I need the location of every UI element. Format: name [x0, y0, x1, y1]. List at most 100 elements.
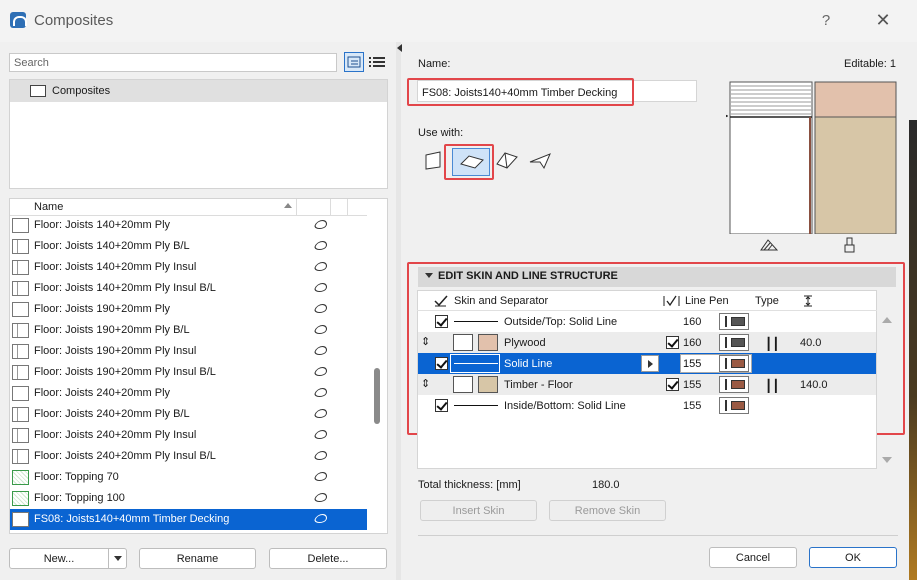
total-thickness-value: 180.0 — [592, 479, 620, 491]
column-divider — [330, 199, 331, 216]
check-all-icon[interactable] — [434, 295, 448, 310]
list-item[interactable]: Floor: Joists 240+20mm Ply B/L — [10, 404, 367, 425]
skin-row[interactable]: ⇕ Timber - Floor ┃┃ 140.0 155 — [418, 374, 876, 395]
list-item[interactable]: Floor: Topping 70 — [10, 467, 367, 488]
skin-row[interactable]: ⇕ Plywood ┃┃ 40.0 160 — [418, 332, 876, 353]
list-item[interactable]: Floor: Joists 140+20mm Ply Insul B/L — [10, 278, 367, 299]
line-label: Solid Line — [504, 358, 553, 370]
slab-type-icon — [313, 262, 329, 271]
composite-icon — [12, 365, 29, 380]
tree-view-icon — [347, 56, 361, 68]
shell-icon[interactable] — [528, 150, 552, 170]
skin-line-swatch — [453, 334, 473, 351]
column-header-pen: Pen — [709, 295, 729, 307]
column-header-name[interactable]: Name — [34, 201, 63, 213]
composite-icon — [12, 218, 29, 233]
collapse-left-arrow-icon[interactable] — [397, 44, 402, 52]
line-checkbox[interactable] — [666, 378, 679, 391]
line-visible-checkbox[interactable] — [435, 315, 448, 328]
line-visible-checkbox[interactable] — [435, 357, 448, 370]
scroll-up-icon[interactable] — [882, 317, 892, 323]
line-type-dropdown[interactable] — [641, 355, 659, 372]
line-row[interactable]: Solid Line 155 — [418, 353, 876, 374]
list-item[interactable]: Floor: Joists 240+20mm Ply — [10, 383, 367, 404]
skin-type-icon[interactable]: ┃┃ — [765, 379, 779, 393]
skin-label: Timber - Floor — [504, 379, 573, 391]
cancel-button[interactable]: Cancel — [709, 547, 797, 568]
slab-type-icon — [313, 367, 329, 376]
list-item-label: Floor: Joists 140+20mm Ply — [34, 219, 171, 231]
drag-handle-icon[interactable]: ⇕ — [421, 335, 430, 348]
list-view-button[interactable] — [368, 52, 386, 72]
slab-type-icon — [313, 325, 329, 334]
thickness-icon — [803, 295, 813, 310]
column-header-line: Line — [685, 295, 706, 307]
new-dropdown-arrow-icon[interactable] — [108, 548, 126, 569]
composite-icon — [12, 449, 29, 464]
help-button[interactable]: ? — [818, 12, 834, 29]
pen-color-swatch[interactable] — [719, 334, 749, 351]
folder-icon — [30, 85, 46, 97]
line-row[interactable]: Inside/Bottom: Solid Line 155 — [418, 395, 876, 416]
skin-fill-swatch[interactable] — [478, 376, 498, 393]
slab-type-icon — [313, 241, 329, 250]
skin-type-icon[interactable]: ┃┃ — [765, 337, 779, 351]
column-header-skin: Skin and Separator — [454, 295, 549, 307]
skin-thickness[interactable]: 40.0 — [800, 337, 821, 349]
pen-color-swatch[interactable] — [719, 376, 749, 393]
delete-button[interactable]: Delete... — [269, 548, 387, 569]
list-item[interactable]: Floor: Joists 240+20mm Ply Insul B/L — [10, 446, 367, 467]
list-item[interactable]: Floor: Joists 190+20mm Ply B/L — [10, 320, 367, 341]
list-item[interactable]: Floor: Topping 100 — [10, 488, 367, 509]
slab-type-icon — [313, 430, 329, 439]
remove-skin-button[interactable]: Remove Skin — [549, 500, 666, 521]
panel-splitter[interactable] — [396, 42, 401, 580]
line-visible-checkbox[interactable] — [435, 399, 448, 412]
line-selector[interactable] — [450, 354, 500, 373]
tree-view-button[interactable] — [344, 52, 364, 72]
pen-color-swatch[interactable] — [719, 397, 749, 414]
scroll-down-icon[interactable] — [882, 457, 892, 463]
line-row[interactable]: Outside/Top: Solid Line 160 — [418, 311, 876, 332]
line-sample — [454, 321, 498, 322]
column-divider — [347, 199, 348, 216]
list-item[interactable]: Floor: Joists 190+20mm Ply Insul B/L — [10, 362, 367, 383]
sort-ascending-icon[interactable] — [284, 203, 292, 208]
pen-number[interactable]: 155 — [683, 400, 701, 412]
list-item[interactable]: Floor: Joists 190+20mm Ply Insul — [10, 341, 367, 362]
roof-icon[interactable] — [495, 150, 519, 170]
slab-type-icon — [313, 472, 329, 481]
slab-type-icon — [313, 493, 329, 502]
list-item[interactable]: Floor: Joists 190+20mm Ply — [10, 299, 367, 320]
insert-skin-button[interactable]: Insert Skin — [420, 500, 537, 521]
close-button[interactable]: ✕ — [874, 10, 892, 31]
skin-thickness[interactable]: 140.0 — [800, 379, 828, 391]
pen-number[interactable]: 160 — [683, 337, 701, 349]
list-item[interactable]: Floor: Joists 240+20mm Ply Insul — [10, 425, 367, 446]
list-item[interactable]: Floor: Joists 140+20mm Ply — [10, 215, 367, 236]
drag-handle-icon[interactable]: ⇕ — [421, 377, 430, 390]
slab-type-icon — [313, 283, 329, 292]
line-checkbox[interactable] — [666, 336, 679, 349]
pen-number[interactable]: 155 — [683, 379, 701, 391]
title-bar — [0, 0, 917, 42]
search-input[interactable]: Search — [9, 53, 337, 72]
skin-fill-swatch[interactable] — [478, 334, 498, 351]
pen-color-swatch[interactable] — [719, 355, 749, 372]
ok-button[interactable]: OK — [809, 547, 897, 568]
cut-fill-icon[interactable] — [760, 238, 779, 255]
list-item[interactable]: Floor: Joists 140+20mm Ply Insul — [10, 257, 367, 278]
composite-icon — [12, 239, 29, 254]
pen-color-swatch[interactable] — [719, 313, 749, 330]
use-with-label: Use with: — [418, 127, 464, 139]
pen-number[interactable]: 155 — [683, 358, 701, 370]
list-item[interactable]: Floor: Joists 140+20mm Ply B/L — [10, 236, 367, 257]
list-item[interactable]: FS08: Joists140+40mm Timber Decking — [10, 509, 367, 530]
surface-paint-icon[interactable] — [844, 237, 856, 256]
composite-icon — [12, 344, 29, 359]
list-scrollbar[interactable] — [374, 368, 380, 424]
pen-number[interactable]: 160 — [683, 316, 701, 328]
list-item-label: Floor: Joists 240+20mm Ply Insul B/L — [34, 450, 216, 462]
rename-button[interactable]: Rename — [139, 548, 256, 569]
slab-icon[interactable] — [459, 152, 484, 172]
